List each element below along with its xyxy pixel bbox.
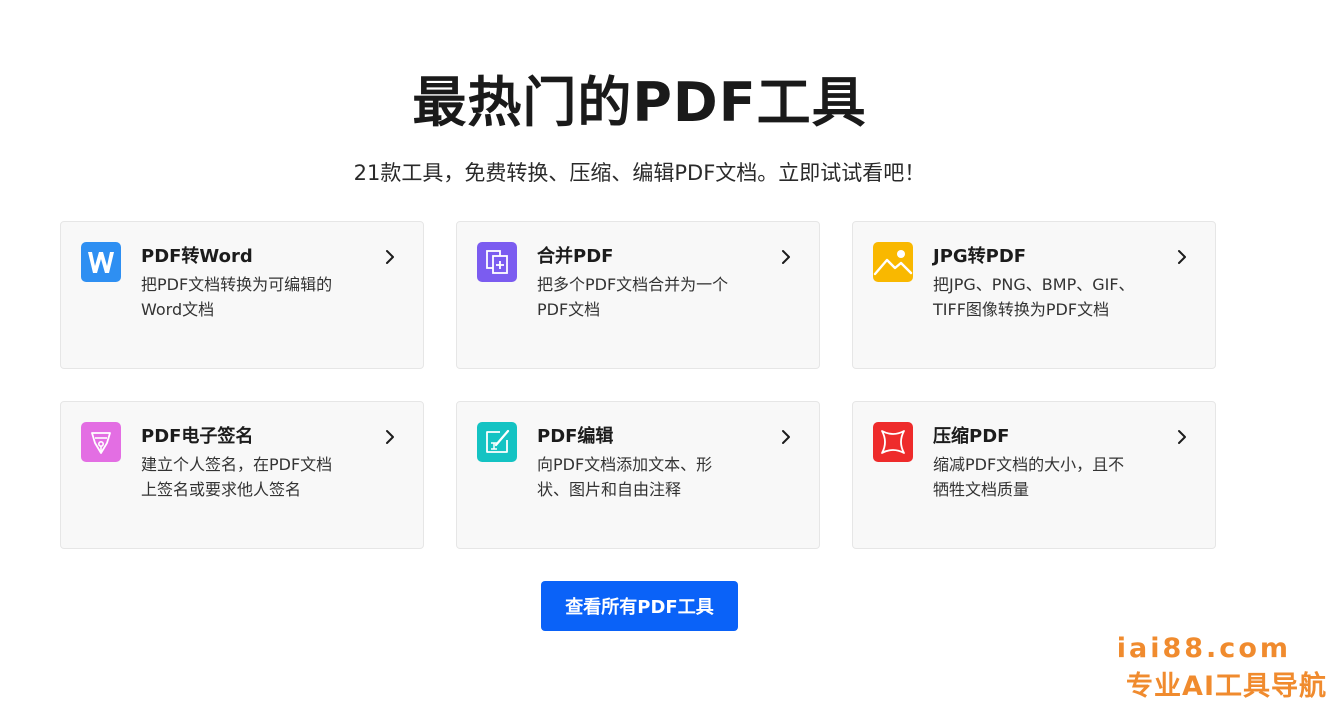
page-title: 最热门的PDF工具 (412, 71, 867, 134)
chevron-right-icon (386, 250, 394, 264)
tool-title: JPG转PDF (933, 246, 1027, 267)
tool-title: PDF电子签名 (141, 426, 254, 447)
image-icon (873, 242, 913, 282)
chevron-right-icon (782, 250, 790, 264)
tool-description: 缩减PDF文档的大小，且不 牺牲文档质量 (933, 452, 1155, 502)
tool-description-line: Word文档 (141, 300, 215, 319)
tool-description-line: 缩减PDF文档的大小，且不 (933, 455, 1125, 474)
watermark-domain: iai88.com (1116, 633, 1291, 664)
tool-description-line: 把JPG、PNG、BMP、GIF、 (933, 275, 1135, 294)
tool-description-line: 建立个人签名，在PDF文档 (141, 455, 333, 474)
tool-description: 建立个人签名，在PDF文档 上签名或要求他人签名 (141, 452, 363, 502)
merge-pdf-icon (477, 242, 517, 282)
tool-title: 合并PDF (537, 246, 614, 267)
tool-description-line: 状、图片和自由注释 (537, 480, 682, 499)
tool-card-pdf-signature[interactable]: PDF电子签名 建立个人签名，在PDF文档 上签名或要求他人签名 (60, 401, 424, 549)
tool-card-pdf-to-word[interactable]: PDF转Word 把PDF文档转换为可编辑的 Word文档 (60, 221, 424, 369)
tool-description-line: 上签名或要求他人签名 (141, 480, 302, 499)
watermark-tagline: 专业AI工具导航 (1126, 671, 1327, 702)
view-all-pdf-tools-button[interactable]: 查看所有PDF工具 (541, 581, 738, 631)
tool-card-pdf-edit[interactable]: PDF编辑 向PDF文档添加文本、形 状、图片和自由注释 (456, 401, 820, 549)
word-icon (81, 242, 121, 282)
chevron-right-icon (386, 430, 394, 444)
compress-icon (873, 422, 913, 462)
tool-description-line: 把PDF文档转换为可编辑的 (141, 275, 333, 294)
tool-title: PDF编辑 (537, 426, 614, 447)
signature-pen-icon (81, 422, 121, 462)
tool-description-line: 把多个PDF文档合并为一个 (537, 275, 729, 294)
tool-description: 把JPG、PNG、BMP、GIF、 TIFF图像转换为PDF文档 (933, 272, 1155, 322)
tool-title: 压缩PDF (933, 426, 1010, 447)
tool-title: PDF转Word (141, 246, 253, 267)
tool-description-line: PDF文档 (537, 300, 601, 319)
tool-description-line: TIFF图像转换为PDF文档 (933, 300, 1110, 319)
tool-card-jpg-to-pdf[interactable]: JPG转PDF 把JPG、PNG、BMP、GIF、 TIFF图像转换为PDF文档 (852, 221, 1216, 369)
chevron-right-icon (1178, 250, 1186, 264)
tool-description: 把PDF文档转换为可编辑的 Word文档 (141, 272, 363, 322)
tool-card-compress-pdf[interactable]: 压缩PDF 缩减PDF文档的大小，且不 牺牲文档质量 (852, 401, 1216, 549)
tool-card-merge-pdf[interactable]: 合并PDF 把多个PDF文档合并为一个 PDF文档 (456, 221, 820, 369)
edit-pdf-icon (477, 422, 517, 462)
tool-description-line: 向PDF文档添加文本、形 (537, 455, 713, 474)
tool-description-line: 牺牲文档质量 (933, 480, 1030, 499)
tool-description: 向PDF文档添加文本、形 状、图片和自由注释 (537, 452, 759, 502)
chevron-right-icon (782, 430, 790, 444)
chevron-right-icon (1178, 430, 1186, 444)
page-subtitle: 21款工具，免费转换、压缩、编辑PDF文档。立即试试看吧！ (353, 161, 926, 185)
tool-description: 把多个PDF文档合并为一个 PDF文档 (537, 272, 759, 322)
